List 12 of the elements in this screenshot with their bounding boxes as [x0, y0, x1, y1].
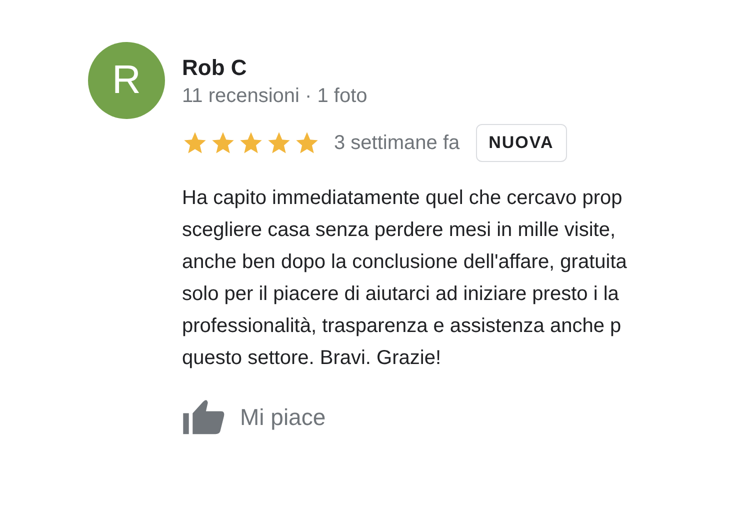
star-icon [294, 130, 320, 156]
review-count: 11 recensioni · 1 foto [182, 84, 368, 109]
star-icon [266, 130, 292, 156]
author-name[interactable]: Rob C [182, 54, 627, 82]
star-icon [182, 130, 208, 156]
review-time: 3 settimane fa [334, 132, 460, 154]
new-badge: NUOVA [476, 124, 567, 162]
like-button[interactable]: Mi piace [182, 398, 326, 436]
review-text: Ha capito immediatamente quel che cercavo prop scegliere casa senza perdere mesi in mille visite, anche ben dopo la conclusione dell'affare, gratuita solo per il piacere di aiutarci ad iniziare presto i la professionalità, trasparenza e assistenza anche p questo settore. Bravi. Grazie! [182, 186, 627, 371]
avatar: R [88, 42, 165, 119]
star-icon [210, 130, 236, 156]
star-icon [238, 130, 264, 156]
